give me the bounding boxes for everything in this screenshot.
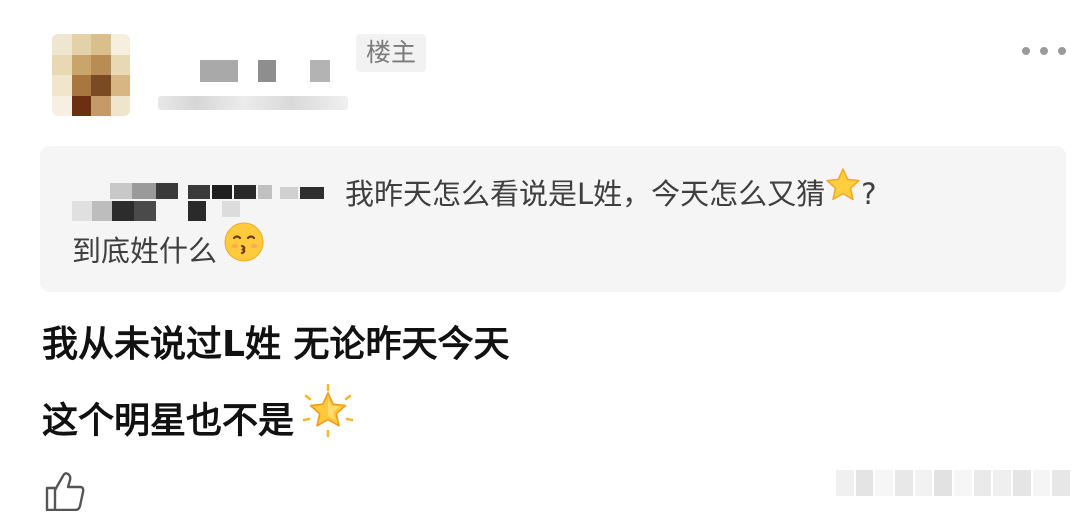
thumbs-up-icon [45, 472, 85, 512]
comment-text-line1: 我从未说过L姓 无论昨天今天 [42, 324, 510, 365]
user-avatar[interactable] [52, 34, 130, 116]
username-redacted[interactable] [200, 60, 330, 82]
watermark-redacted [836, 470, 1071, 496]
quoted-text-1: 我昨天怎么看说是L姓，今天怎么又猜 [345, 177, 826, 211]
quoted-username-redacted [72, 183, 328, 227]
star-emoji-icon [825, 167, 861, 219]
comment-text-line2: 这个明星也不是 [42, 383, 358, 459]
comment-text-2: 这个明星也不是 [42, 400, 295, 442]
quoted-text-question-mark: ? [861, 177, 877, 211]
like-button[interactable] [44, 470, 86, 512]
quoted-text-2: 到底姓什么 [72, 234, 218, 268]
more-dots-icon [1058, 47, 1066, 55]
more-options-button[interactable] [1022, 40, 1066, 62]
post-meta-redacted [158, 96, 348, 110]
quoted-reply-text-line1: 我昨天怎么看说是L姓，今天怎么又猜? [345, 168, 877, 222]
kissing-face-emoji-icon [223, 221, 265, 279]
op-badge: 楼主 [356, 34, 427, 72]
quoted-reply-text-line2: 到底姓什么 [72, 221, 265, 282]
glowing-star-emoji-icon [298, 383, 358, 457]
more-dots-icon [1022, 47, 1030, 55]
more-dots-icon [1040, 47, 1048, 55]
